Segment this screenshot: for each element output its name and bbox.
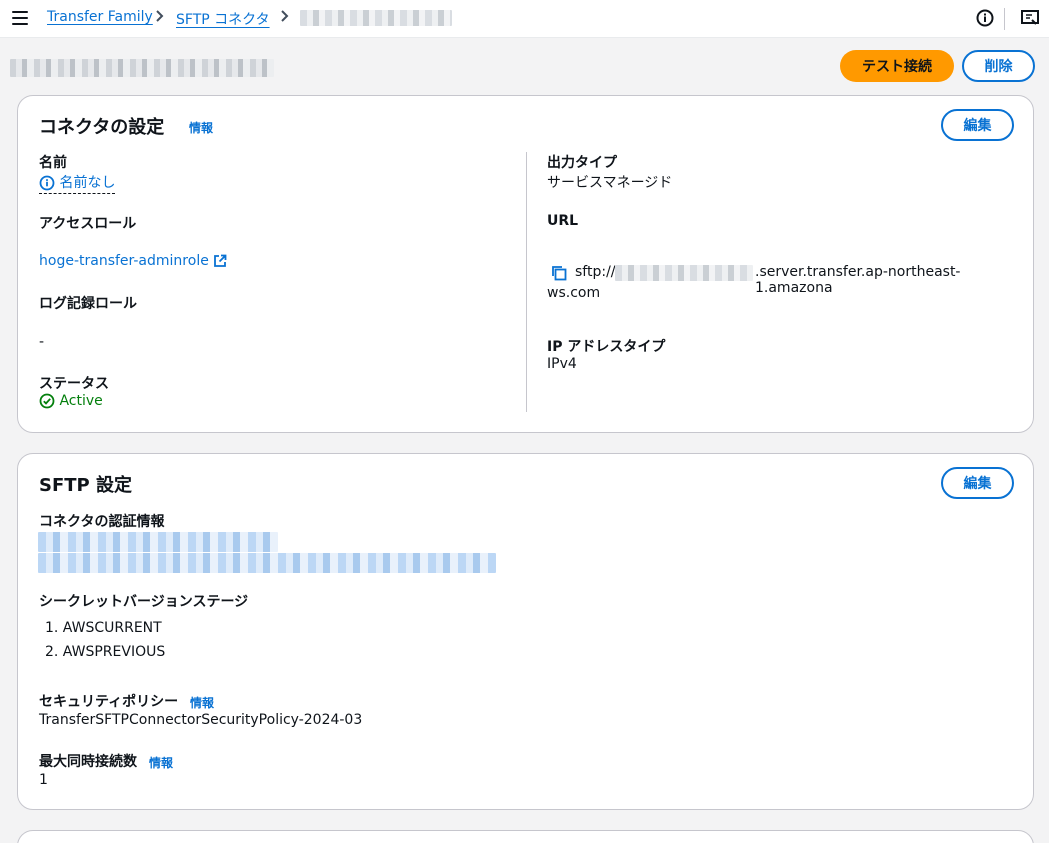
credentials-redacted-line2[interactable] <box>38 553 496 573</box>
breadcrumb-transfer-family[interactable]: Transfer Family <box>47 9 153 25</box>
ip-type-value: IPv4 <box>547 356 577 372</box>
name-value[interactable]: 名前なし <box>39 172 116 194</box>
log-role-value: - <box>39 334 45 350</box>
edit-connector-button[interactable]: 編集 <box>941 109 1014 141</box>
info-link[interactable]: 情報 <box>189 119 213 136</box>
max-connections-value: 1 <box>39 772 48 788</box>
external-link-icon <box>214 254 227 267</box>
column-divider <box>526 152 527 412</box>
top-navigation-bar: Transfer Family SFTP コネクタ <box>0 0 1049 38</box>
security-policy-label: セキュリティポリシー <box>39 694 179 710</box>
output-type-value: サービスマネージド <box>547 175 673 191</box>
output-type-label: 出力タイプ <box>547 155 617 171</box>
url-suffix-line1: .server.transfer.ap-northeast-1.amazona <box>755 264 961 296</box>
connector-settings-card: コネクタの設定 情報 編集 名前 名前なし アクセスロール hoge-trans… <box>17 95 1034 433</box>
url-prefix: sftp:// <box>575 264 616 280</box>
secret-stage-item: 1. AWSCURRENT <box>45 620 162 636</box>
credentials-redacted-line1[interactable] <box>38 532 278 552</box>
name-label: 名前 <box>39 155 67 171</box>
page-title-redacted <box>10 59 274 77</box>
security-policy-info-link[interactable]: 情報 <box>190 694 214 711</box>
url-suffix-line2: ws.com <box>547 285 601 301</box>
top-bar-divider <box>1004 8 1005 30</box>
info-circle-icon <box>39 175 55 191</box>
info-circle-icon[interactable] <box>975 8 995 28</box>
copy-icon[interactable] <box>551 265 567 281</box>
sftp-settings-card: SFTP 設定 編集 コネクタの認証情報 シークレットバージョンステージ 1. … <box>17 453 1034 810</box>
secret-stage-label: シークレットバージョンステージ <box>39 594 249 610</box>
card-title: SFTP 設定 <box>39 475 132 496</box>
chevron-right-icon <box>281 10 289 22</box>
max-connections-info-link[interactable]: 情報 <box>149 754 173 771</box>
access-role-link[interactable]: hoge-transfer-adminrole <box>39 253 227 269</box>
status-value: Active <box>39 393 103 409</box>
log-role-label: ログ記録ロール <box>39 296 137 312</box>
breadcrumb-current-redacted <box>300 10 452 26</box>
test-connection-button[interactable]: テスト接続 <box>840 50 954 82</box>
status-label: ステータス <box>39 376 109 392</box>
access-role-label: アクセスロール <box>39 216 137 232</box>
card-title: コネクタの設定 <box>39 117 165 138</box>
credentials-label: コネクタの認証情報 <box>39 514 165 530</box>
max-connections-label: 最大同時接続数 <box>39 754 137 770</box>
status-text: Active <box>59 393 103 409</box>
url-label: URL <box>547 213 579 229</box>
status-success-icon <box>39 393 55 409</box>
security-policy-value: TransferSFTPConnectorSecurityPolicy-2024… <box>39 712 363 728</box>
ip-type-label: IP アドレスタイプ <box>547 339 666 355</box>
access-role-text: hoge-transfer-adminrole <box>39 253 209 269</box>
edit-sftp-button[interactable]: 編集 <box>941 467 1014 499</box>
url-host-redacted <box>615 265 753 281</box>
secret-stage-item: 2. AWSPREVIOUS <box>45 644 166 660</box>
chevron-right-icon <box>156 10 164 22</box>
name-value-text: 名前なし <box>59 175 116 191</box>
menu-icon[interactable] <box>12 11 28 25</box>
notifications-panel-icon[interactable] <box>1020 8 1040 28</box>
delete-button[interactable]: 削除 <box>962 50 1035 82</box>
breadcrumb-sftp-connector[interactable]: SFTP コネクタ <box>176 9 270 29</box>
next-card-partial <box>17 830 1034 843</box>
